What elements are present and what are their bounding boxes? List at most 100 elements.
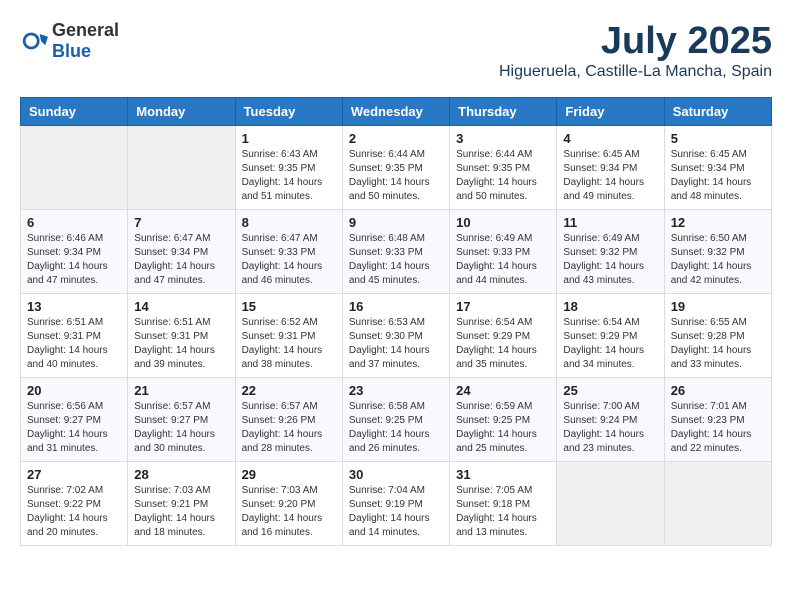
calendar-cell: 1Sunrise: 6:43 AMSunset: 9:35 PMDaylight… (235, 126, 342, 210)
day-number: 3 (456, 131, 550, 146)
day-info: Sunrise: 6:44 AMSunset: 9:35 PMDaylight:… (349, 148, 443, 204)
day-number: 17 (456, 299, 550, 314)
day-info: Sunrise: 7:01 AMSunset: 9:23 PMDaylight:… (671, 400, 765, 456)
calendar-cell: 27 Sunrise: 7:02 AMSunset: 9:22 PMDayligh… (21, 462, 128, 546)
day-number: 22 (242, 383, 336, 398)
calendar-cell: 16 Sunrise: 6:53 AMSunset: 9:30 PMDayligh… (342, 294, 449, 378)
day-number: 20 (27, 383, 121, 398)
day-info: Sunrise: 6:59 AMSunset: 9:25 PMDaylight:… (456, 400, 550, 456)
day-number: 1 (242, 131, 336, 146)
day-info: Sunrise: 6:47 AMSunset: 9:33 PMDaylight:… (242, 232, 336, 288)
weekday-header-saturday: Saturday (664, 98, 771, 126)
calendar-cell: 9 Sunrise: 6:48 AMSunset: 9:33 PMDaylight… (342, 210, 449, 294)
calendar-week-row: 13 Sunrise: 6:51 AMSunset: 9:31 PMDayligh… (21, 294, 772, 378)
calendar-cell: 12 Sunrise: 6:50 AMSunset: 9:32 PMDayligh… (664, 210, 771, 294)
day-number: 10 (456, 215, 550, 230)
calendar-cell: 6Sunrise: 6:46 AMSunset: 9:34 PMDaylight… (21, 210, 128, 294)
day-number: 30 (349, 467, 443, 482)
day-info: Sunrise: 6:54 AMSunset: 9:29 PMDaylight:… (563, 316, 657, 372)
day-info: Sunrise: 6:56 AMSunset: 9:27 PMDaylight:… (27, 400, 121, 456)
calendar-cell: 13 Sunrise: 6:51 AMSunset: 9:31 PMDayligh… (21, 294, 128, 378)
day-number: 19 (671, 299, 765, 314)
month-year-title: July 2025 (499, 20, 772, 63)
day-number: 6 (27, 215, 121, 230)
day-info: Sunrise: 6:51 AMSunset: 9:31 PMDaylight:… (27, 316, 121, 372)
day-number: 31 (456, 467, 550, 482)
day-number: 24 (456, 383, 550, 398)
calendar-cell: 28Sunrise: 7:03 AMSunset: 9:21 PMDayligh… (128, 462, 235, 546)
calendar-cell: 20 Sunrise: 6:56 AMSunset: 9:27 PMDayligh… (21, 378, 128, 462)
day-number: 12 (671, 215, 765, 230)
logo-icon (20, 27, 48, 55)
calendar-cell: 4 Sunrise: 6:45 AMSunset: 9:34 PMDaylight… (557, 126, 664, 210)
day-info: Sunrise: 6:57 AMSunset: 9:27 PMDaylight:… (134, 400, 228, 456)
day-info: Sunrise: 6:54 AMSunset: 9:29 PMDaylight:… (456, 316, 550, 372)
day-info: Sunrise: 6:51 AMSunset: 9:31 PMDaylight:… (134, 316, 228, 372)
weekday-header-sunday: Sunday (21, 98, 128, 126)
day-info: Sunrise: 6:49 AMSunset: 9:32 PMDaylight:… (563, 232, 657, 288)
calendar-week-row: 1Sunrise: 6:43 AMSunset: 9:35 PMDaylight… (21, 126, 772, 210)
day-number: 2 (349, 131, 443, 146)
day-number: 15 (242, 299, 336, 314)
day-number: 18 (563, 299, 657, 314)
day-info: Sunrise: 7:02 AMSunset: 9:22 PMDaylight:… (27, 484, 121, 540)
logo-general: General (52, 20, 119, 40)
calendar-cell: 18 Sunrise: 6:54 AMSunset: 9:29 PMDayligh… (557, 294, 664, 378)
calendar-cell (664, 462, 771, 546)
logo: General Blue (20, 20, 119, 62)
day-info: Sunrise: 7:05 AMSunset: 9:18 PMDaylight:… (456, 484, 550, 540)
day-number: 25 (563, 383, 657, 398)
day-number: 7 (134, 215, 228, 230)
day-info: Sunrise: 6:58 AMSunset: 9:25 PMDaylight:… (349, 400, 443, 456)
day-info: Sunrise: 7:03 AMSunset: 9:20 PMDaylight:… (242, 484, 336, 540)
location-subtitle: Higueruela, Castille-La Mancha, Spain (499, 63, 772, 81)
calendar-cell: 8 Sunrise: 6:47 AMSunset: 9:33 PMDaylight… (235, 210, 342, 294)
calendar-cell (128, 126, 235, 210)
day-info: Sunrise: 7:04 AMSunset: 9:19 PMDaylight:… (349, 484, 443, 540)
calendar-cell: 2 Sunrise: 6:44 AMSunset: 9:35 PMDaylight… (342, 126, 449, 210)
day-number: 4 (563, 131, 657, 146)
day-number: 27 (27, 467, 121, 482)
weekday-header-monday: Monday (128, 98, 235, 126)
calendar-cell: 30 Sunrise: 7:04 AMSunset: 9:19 PMDayligh… (342, 462, 449, 546)
calendar-cell: 19Sunrise: 6:55 AMSunset: 9:28 PMDayligh… (664, 294, 771, 378)
calendar-cell: 7 Sunrise: 6:47 AMSunset: 9:34 PMDaylight… (128, 210, 235, 294)
calendar-cell: 22 Sunrise: 6:57 AMSunset: 9:26 PMDayligh… (235, 378, 342, 462)
calendar-cell: 25 Sunrise: 7:00 AMSunset: 9:24 PMDayligh… (557, 378, 664, 462)
day-number: 13 (27, 299, 121, 314)
day-info: Sunrise: 6:52 AMSunset: 9:31 PMDaylight:… (242, 316, 336, 372)
day-info: Sunrise: 6:57 AMSunset: 9:26 PMDaylight:… (242, 400, 336, 456)
calendar-cell: 29Sunrise: 7:03 AMSunset: 9:20 PMDayligh… (235, 462, 342, 546)
day-number: 16 (349, 299, 443, 314)
day-info: Sunrise: 6:44 AMSunset: 9:35 PMDaylight:… (456, 148, 550, 204)
calendar-cell: 31 Sunrise: 7:05 AMSunset: 9:18 PMDayligh… (450, 462, 557, 546)
day-info: Sunrise: 6:49 AMSunset: 9:33 PMDaylight:… (456, 232, 550, 288)
calendar-cell: 17 Sunrise: 6:54 AMSunset: 9:29 PMDayligh… (450, 294, 557, 378)
day-info: Sunrise: 6:48 AMSunset: 9:33 PMDaylight:… (349, 232, 443, 288)
weekday-header-friday: Friday (557, 98, 664, 126)
title-area: July 2025 Higueruela, Castille-La Mancha… (499, 20, 772, 81)
day-info: Sunrise: 6:45 AMSunset: 9:34 PMDaylight:… (671, 148, 765, 204)
calendar-cell: 14Sunrise: 6:51 AMSunset: 9:31 PMDayligh… (128, 294, 235, 378)
day-number: 23 (349, 383, 443, 398)
calendar-cell: 26 Sunrise: 7:01 AMSunset: 9:23 PMDayligh… (664, 378, 771, 462)
logo-text: General Blue (52, 20, 119, 62)
calendar-cell: 3 Sunrise: 6:44 AMSunset: 9:35 PMDaylight… (450, 126, 557, 210)
day-number: 9 (349, 215, 443, 230)
weekday-header-row: SundayMondayTuesdayWednesdayThursdayFrid… (21, 98, 772, 126)
day-number: 8 (242, 215, 336, 230)
calendar-cell (557, 462, 664, 546)
day-number: 28 (134, 467, 228, 482)
logo-blue: Blue (52, 41, 91, 61)
day-number: 5 (671, 131, 765, 146)
day-number: 26 (671, 383, 765, 398)
calendar-cell: 5 Sunrise: 6:45 AMSunset: 9:34 PMDaylight… (664, 126, 771, 210)
weekday-header-thursday: Thursday (450, 98, 557, 126)
day-info: Sunrise: 6:45 AMSunset: 9:34 PMDaylight:… (563, 148, 657, 204)
calendar-cell: 24 Sunrise: 6:59 AMSunset: 9:25 PMDayligh… (450, 378, 557, 462)
day-info: Sunrise: 6:53 AMSunset: 9:30 PMDaylight:… (349, 316, 443, 372)
day-info: Sunrise: 6:47 AMSunset: 9:34 PMDaylight:… (134, 232, 228, 288)
day-info: Sunrise: 7:00 AMSunset: 9:24 PMDaylight:… (563, 400, 657, 456)
calendar-week-row: 27 Sunrise: 7:02 AMSunset: 9:22 PMDayligh… (21, 462, 772, 546)
day-info: Sunrise: 6:50 AMSunset: 9:32 PMDaylight:… (671, 232, 765, 288)
